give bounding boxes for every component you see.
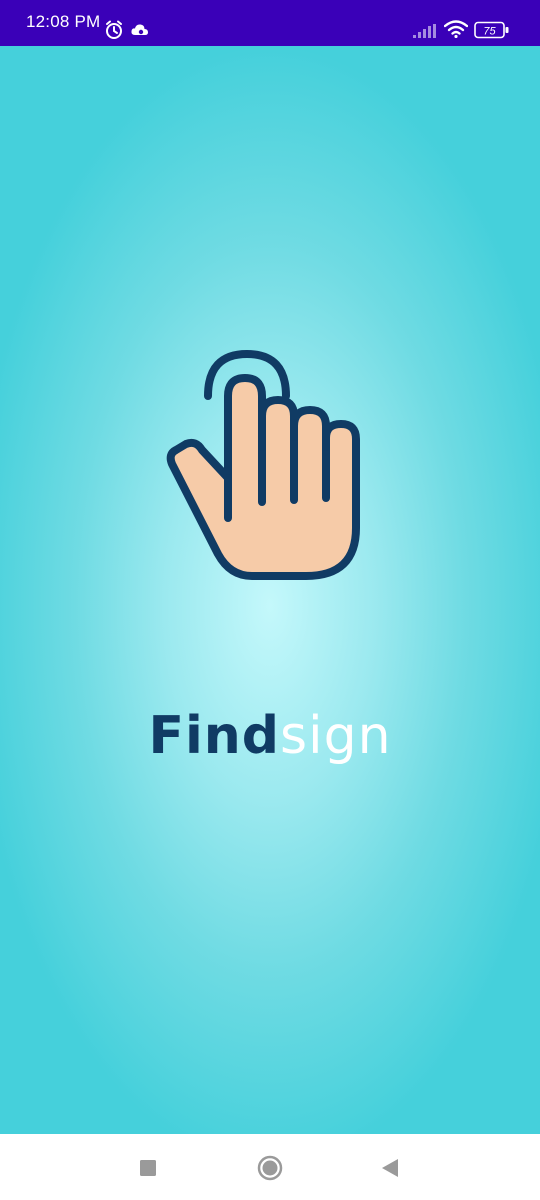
app-wordmark: Findsign bbox=[0, 706, 540, 766]
cell-signal-icon bbox=[413, 24, 437, 43]
wordmark-sign: sign bbox=[280, 706, 392, 766]
alarm-icon bbox=[104, 20, 124, 45]
cloud-sync-icon bbox=[130, 22, 150, 43]
status-time: 12:08 PM bbox=[26, 12, 101, 31]
system-nav-bar bbox=[0, 1134, 540, 1200]
pointing-hand-icon bbox=[166, 349, 360, 580]
back-triangle-icon[interactable] bbox=[376, 1154, 404, 1182]
battery-level: 75 bbox=[483, 25, 496, 37]
battery-icon: 75 bbox=[474, 21, 510, 44]
home-circle-icon[interactable] bbox=[256, 1154, 284, 1182]
splash-screen: Findsign bbox=[0, 46, 540, 1134]
recents-square-icon[interactable] bbox=[134, 1154, 162, 1182]
wifi-icon bbox=[443, 20, 469, 43]
wordmark-find: Find bbox=[148, 706, 281, 766]
status-bar: 12:08 PM 75 bbox=[0, 0, 540, 46]
